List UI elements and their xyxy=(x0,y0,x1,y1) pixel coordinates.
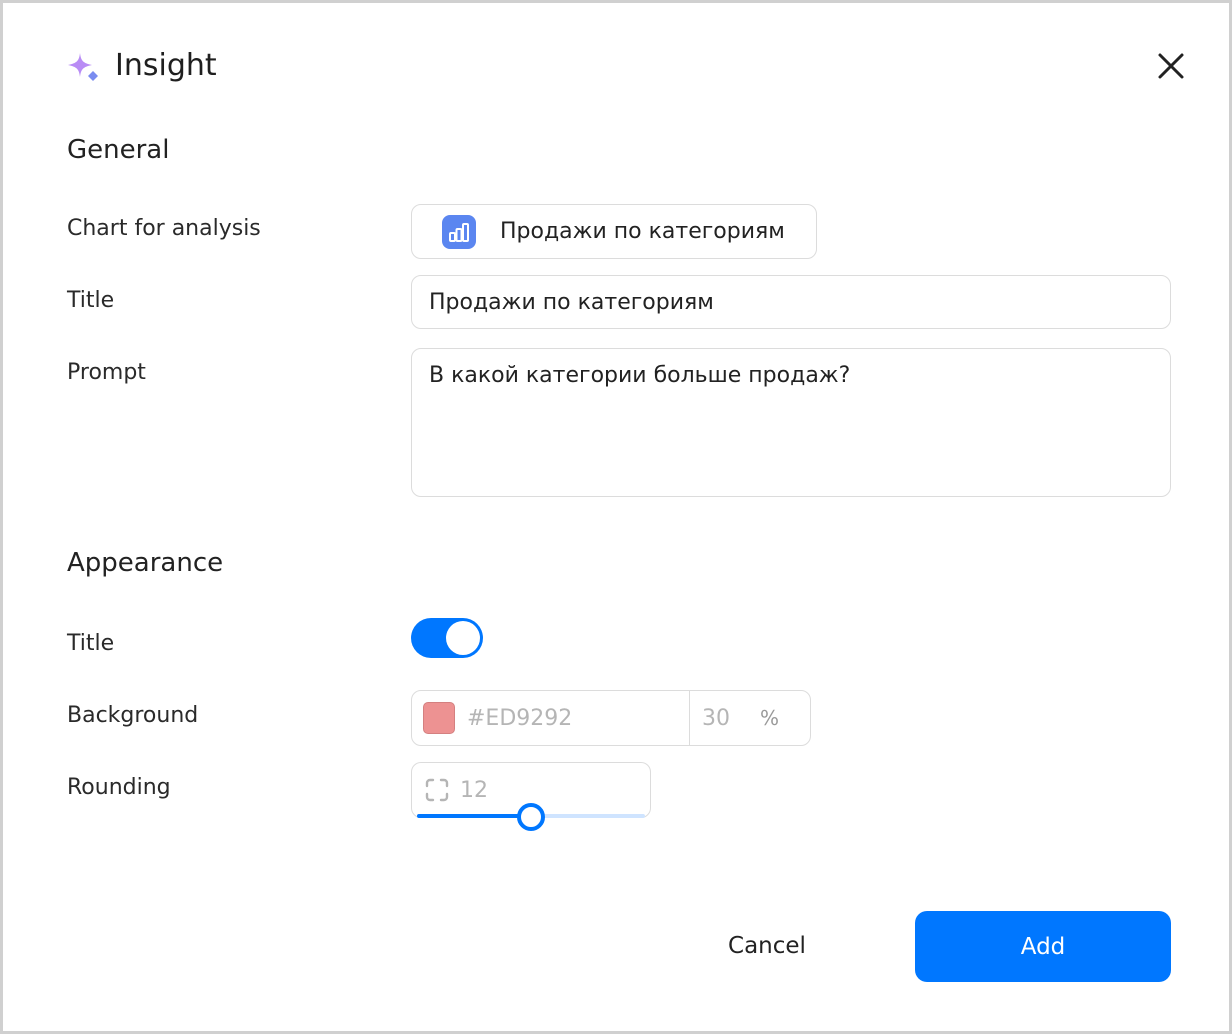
close-icon xyxy=(1158,53,1184,79)
close-button[interactable] xyxy=(1154,49,1188,83)
background-label: Background xyxy=(67,703,199,728)
rounding-value: 12 xyxy=(460,777,488,803)
opacity-unit: % xyxy=(760,706,780,730)
dialog-title: Insight xyxy=(115,48,217,83)
general-section-title: General xyxy=(67,135,170,165)
appearance-section-title: Appearance xyxy=(67,548,224,578)
rounding-label: Rounding xyxy=(67,775,171,800)
chart-select[interactable]: Продажи по категориям xyxy=(411,204,817,259)
cancel-button[interactable]: Cancel xyxy=(703,911,831,981)
corner-radius-icon xyxy=(425,778,449,802)
color-swatch[interactable] xyxy=(423,702,455,734)
chart-select-value: Продажи по категориям xyxy=(500,219,785,244)
bar-chart-icon xyxy=(442,214,476,249)
insight-dialog: Insight General Chart for analysis Прода… xyxy=(0,0,1232,1034)
field-divider xyxy=(689,691,690,745)
appearance-title-label: Title xyxy=(67,631,115,656)
chart-for-analysis-label: Chart for analysis xyxy=(67,216,261,241)
background-color-field: #ED9292 30 % xyxy=(411,690,811,746)
slider-fill xyxy=(417,814,531,818)
toggle-knob xyxy=(446,621,480,655)
background-hex-input[interactable]: #ED9292 xyxy=(467,706,689,731)
title-input[interactable] xyxy=(411,275,1171,329)
background-opacity-input[interactable]: 30 xyxy=(702,706,760,731)
title-label: Title xyxy=(67,288,115,313)
title-toggle[interactable] xyxy=(411,618,483,658)
add-button[interactable]: Add xyxy=(915,911,1171,982)
prompt-label: Prompt xyxy=(67,360,146,385)
slider-thumb[interactable] xyxy=(517,803,545,831)
prompt-textarea[interactable]: В какой категории больше продаж? xyxy=(411,348,1171,497)
rounding-slider[interactable] xyxy=(417,803,645,831)
sparkle-icon xyxy=(68,53,98,81)
